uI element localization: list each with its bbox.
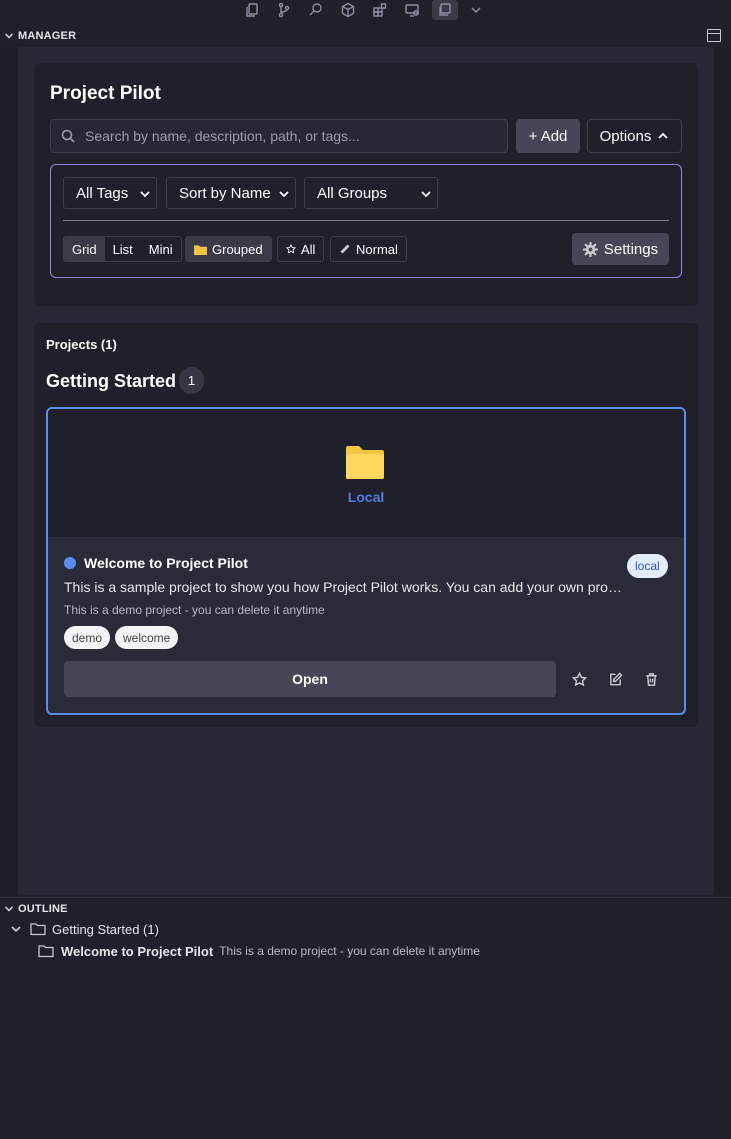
outline-project-note: This is a demo project - you can delete … xyxy=(219,944,480,958)
density-toggle[interactable]: Normal xyxy=(330,236,407,262)
view-grid-button[interactable]: Grid xyxy=(64,237,105,261)
tags-filter-value: All Tags xyxy=(76,184,129,202)
outline-project-name: Welcome to Project Pilot xyxy=(61,943,214,959)
header-card: Project Pilot + Add Options All Tags Sor… xyxy=(34,63,698,306)
folder-icon xyxy=(346,446,384,479)
project-description: This is a sample project to show you how… xyxy=(64,579,624,595)
options-panel: All Tags Sort by Name All Groups Grid Li… xyxy=(50,164,682,278)
tag-chip[interactable]: demo xyxy=(64,626,111,649)
view-mode-toggle: Grid List Mini xyxy=(63,236,182,262)
sort-select[interactable]: Sort by Name xyxy=(166,177,296,209)
gear-icon xyxy=(582,241,598,257)
search-box[interactable] xyxy=(50,119,508,153)
grouped-toggle[interactable]: Grouped xyxy=(185,236,272,262)
view-toolbar xyxy=(0,0,731,24)
manager-section-header[interactable]: MANAGER xyxy=(0,25,731,47)
outline-section-title: OUTLINE xyxy=(18,902,68,915)
group-count-badge: 1 xyxy=(179,367,204,394)
favorites-filter-toggle[interactable]: All xyxy=(277,236,325,262)
status-dot xyxy=(64,557,76,569)
search-icon xyxy=(61,129,75,143)
projects-heading: Projects (1) xyxy=(46,337,117,352)
groups-filter-select[interactable]: All Groups xyxy=(304,177,438,209)
star-icon xyxy=(286,244,296,254)
remote-explorer-icon[interactable] xyxy=(399,0,425,20)
source-control-icon[interactable] xyxy=(271,0,297,20)
chevron-down-icon xyxy=(140,191,150,198)
extensions-icon[interactable] xyxy=(367,0,393,20)
left-gutter xyxy=(0,47,18,895)
folder-outline-icon xyxy=(30,923,46,936)
project-card[interactable]: Local Welcome to Project Pilot local Thi… xyxy=(46,407,686,715)
folder-outline-icon xyxy=(38,945,54,958)
folder-icon xyxy=(194,244,207,255)
search-view-icon[interactable] xyxy=(303,0,329,20)
divider xyxy=(63,220,669,221)
manager-webview: Project Pilot + Add Options All Tags Sor… xyxy=(18,47,714,895)
chevron-down-icon xyxy=(279,191,289,198)
add-project-button[interactable]: + Add xyxy=(516,119,580,153)
project-manager-icon[interactable] xyxy=(432,0,458,20)
project-name: Welcome to Project Pilot xyxy=(84,555,248,571)
view-list-button[interactable]: List xyxy=(105,237,141,261)
tags-filter-select[interactable]: All Tags xyxy=(63,177,157,209)
project-card-banner: Local xyxy=(48,409,684,537)
favorites-label: All xyxy=(301,241,316,257)
density-label: Normal xyxy=(356,241,398,257)
outline-project-row[interactable]: Welcome to Project Pilot This is a demo … xyxy=(38,940,480,962)
project-note: This is a demo project - you can delete … xyxy=(64,603,325,617)
explorer-icon[interactable] xyxy=(239,0,265,20)
project-type-label: Local xyxy=(347,489,385,505)
package-icon[interactable] xyxy=(335,0,361,20)
groups-filter-value: All Groups xyxy=(317,184,388,202)
grouped-label: Grouped xyxy=(212,241,263,257)
tag-chip[interactable]: welcome xyxy=(115,626,179,649)
outline-section-header[interactable]: OUTLINE xyxy=(0,897,731,919)
options-label: Options xyxy=(599,127,652,145)
sort-value: Sort by Name xyxy=(179,184,271,202)
panel-layout-icon[interactable] xyxy=(707,29,721,42)
project-type-badge: local xyxy=(627,554,668,578)
chevron-down-icon xyxy=(0,904,18,914)
chevron-down-icon xyxy=(421,191,431,198)
search-input[interactable] xyxy=(83,127,483,145)
chevron-down-icon xyxy=(11,926,21,933)
manager-section-title: MANAGER xyxy=(18,30,77,42)
app-title: Project Pilot xyxy=(50,83,161,104)
ruler-icon xyxy=(340,244,350,254)
scrollbar-track[interactable] xyxy=(714,47,731,895)
projects-card: Projects (1) Getting Started 1 Local Wel… xyxy=(34,323,698,727)
chevron-up-icon xyxy=(658,132,668,139)
chevron-down-icon xyxy=(0,31,18,41)
open-project-button[interactable]: Open xyxy=(64,661,556,697)
settings-label: Settings xyxy=(603,240,659,258)
options-button[interactable]: Options xyxy=(587,119,682,153)
outline-group-row[interactable]: Getting Started (1) xyxy=(10,918,159,940)
view-mini-button[interactable]: Mini xyxy=(141,237,181,261)
group-title: Getting Started xyxy=(46,371,177,391)
favorite-star-icon[interactable] xyxy=(569,669,589,689)
trash-icon[interactable] xyxy=(641,669,661,689)
edit-icon[interactable] xyxy=(605,669,625,689)
more-views-chevron-icon[interactable] xyxy=(463,0,489,20)
outline-group-label: Getting Started (1) xyxy=(52,921,159,937)
settings-button[interactable]: Settings xyxy=(572,233,669,265)
